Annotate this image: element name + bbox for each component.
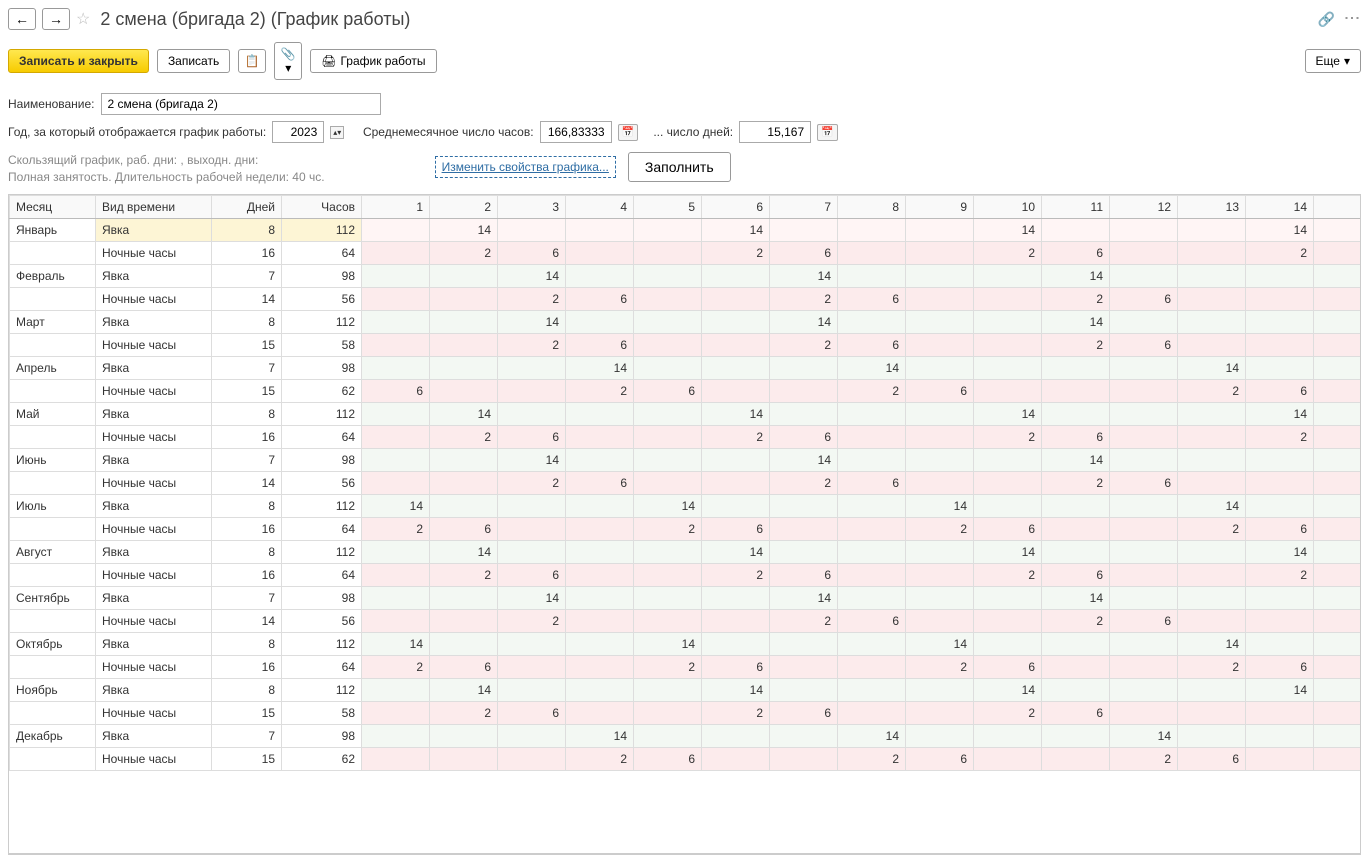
calendar-icon-2[interactable]: 📅 xyxy=(817,124,837,141)
avg-hours-label: Среднемесячное число часов: xyxy=(363,125,534,139)
col-day-1[interactable]: 1 xyxy=(362,195,430,218)
avg-days-label: ... число дней: xyxy=(653,125,733,139)
table-row[interactable]: Ночные часы1558262626 xyxy=(10,701,1362,724)
schedule-table: Месяц Вид времени Дней Часов 12345678910… xyxy=(9,195,1361,771)
table-row[interactable]: ИюньЯвка798141414 xyxy=(10,448,1362,471)
table-row[interactable]: ДекабрьЯвка798141414 xyxy=(10,724,1362,747)
favorite-star-icon[interactable]: ☆ xyxy=(76,9,90,29)
table-row[interactable]: Ночные часы1456262626 xyxy=(10,471,1362,494)
col-day-2[interactable]: 2 xyxy=(430,195,498,218)
more-button[interactable]: Еще ▾ xyxy=(1305,49,1361,73)
name-input[interactable] xyxy=(101,93,381,115)
col-hours[interactable]: Часов xyxy=(282,195,362,218)
table-row[interactable]: МартЯвка8112141414 xyxy=(10,310,1362,333)
table-row[interactable]: Ночные часы16642626262 xyxy=(10,563,1362,586)
save-close-button[interactable]: Записать и закрыть xyxy=(8,49,149,73)
save-button[interactable]: Записать xyxy=(157,49,230,73)
col-day-3[interactable]: 3 xyxy=(498,195,566,218)
attach-icon-button[interactable]: 📎▾ xyxy=(274,42,302,80)
table-row[interactable]: Ночные часы15626262626 xyxy=(10,379,1362,402)
year-spinner[interactable]: ▴▾ xyxy=(330,126,344,139)
col-day-6[interactable]: 6 xyxy=(702,195,770,218)
col-day-4[interactable]: 4 xyxy=(566,195,634,218)
col-month[interactable]: Месяц xyxy=(10,195,96,218)
col-day-10[interactable]: 10 xyxy=(974,195,1042,218)
col-type[interactable]: Вид времени xyxy=(96,195,212,218)
calendar-icon[interactable]: 📅 xyxy=(618,124,638,141)
table-row[interactable]: ФевральЯвка798141414 xyxy=(10,264,1362,287)
table-row[interactable]: ИюльЯвка811214141414 xyxy=(10,494,1362,517)
col-day-7[interactable]: 7 xyxy=(770,195,838,218)
change-properties-link[interactable]: Изменить свойства графика... xyxy=(435,156,616,178)
table-row[interactable]: НоябрьЯвка811214141414 xyxy=(10,678,1362,701)
col-day-11[interactable]: 11 xyxy=(1042,195,1110,218)
fill-button[interactable]: Заполнить xyxy=(628,152,731,182)
col-day-8[interactable]: 8 xyxy=(838,195,906,218)
print-icon: 🖨 xyxy=(321,54,336,68)
schedule-table-wrap[interactable]: Месяц Вид времени Дней Часов 12345678910… xyxy=(8,194,1361,854)
table-row[interactable]: Ночные часы1558262626 xyxy=(10,333,1362,356)
table-row[interactable]: АпрельЯвка798141414 xyxy=(10,356,1362,379)
table-row[interactable]: ОктябрьЯвка811214141414 xyxy=(10,632,1362,655)
table-row[interactable]: Ночные часы16642626262 xyxy=(10,241,1362,264)
schedule-info: Скользящий график, раб. дни: , выходн. д… xyxy=(8,152,325,186)
page-title: 2 смена (бригада 2) (График работы) xyxy=(100,9,410,30)
table-row[interactable]: Ночные часы145622626 xyxy=(10,609,1362,632)
kebab-menu-icon[interactable]: ⋮ xyxy=(1342,10,1362,28)
table-row[interactable]: СентябрьЯвка798141414 xyxy=(10,586,1362,609)
col-days[interactable]: Дней xyxy=(212,195,282,218)
name-label: Наименование: xyxy=(8,97,95,111)
table-row[interactable]: АвгустЯвка811214141414 xyxy=(10,540,1362,563)
table-row[interactable]: Ночные часы1562262626 xyxy=(10,747,1362,770)
col-day-5[interactable]: 5 xyxy=(634,195,702,218)
list-icon-button[interactable]: 📋 xyxy=(238,49,266,73)
table-row[interactable]: МайЯвка811214141414 xyxy=(10,402,1362,425)
col-day-13[interactable]: 13 xyxy=(1178,195,1246,218)
table-row[interactable]: Ночные часы16642626262 xyxy=(10,425,1362,448)
col-day-14[interactable]: 14 xyxy=(1246,195,1314,218)
schedule-button[interactable]: 🖨График работы xyxy=(310,49,436,73)
year-input[interactable] xyxy=(272,121,324,143)
forward-button[interactable]: → xyxy=(42,8,70,30)
year-label: Год, за который отображается график рабо… xyxy=(8,125,266,139)
link-icon[interactable]: 🔗 xyxy=(1318,11,1335,28)
col-day-15[interactable]: 15 xyxy=(1314,195,1362,218)
table-row[interactable]: Ночные часы166426262626 xyxy=(10,655,1362,678)
table-row[interactable]: Ночные часы166426262626 xyxy=(10,517,1362,540)
col-day-9[interactable]: 9 xyxy=(906,195,974,218)
back-button[interactable]: ← xyxy=(8,8,36,30)
col-day-12[interactable]: 12 xyxy=(1110,195,1178,218)
avg-hours-input[interactable] xyxy=(540,121,612,143)
table-row[interactable]: Ночные часы1456262626 xyxy=(10,287,1362,310)
avg-days-input[interactable] xyxy=(739,121,811,143)
table-row[interactable]: ЯнварьЯвка811214141414 xyxy=(10,218,1362,241)
